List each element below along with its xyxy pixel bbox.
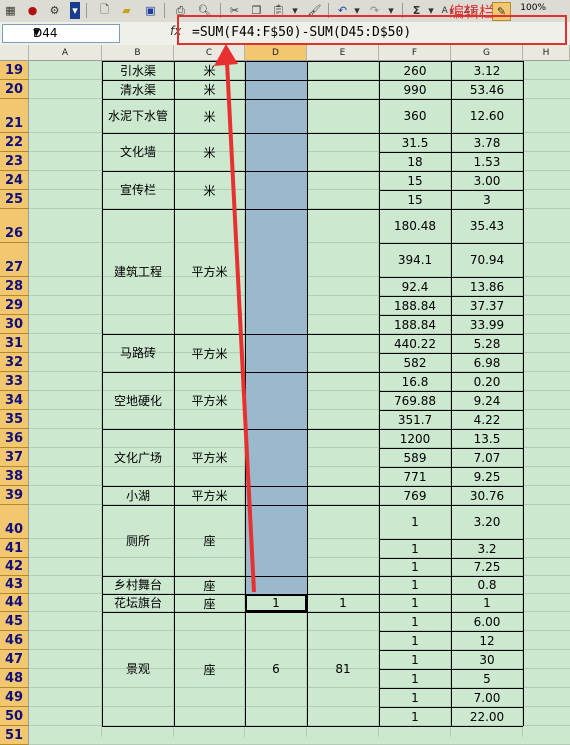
annotation-arrow xyxy=(214,44,256,593)
